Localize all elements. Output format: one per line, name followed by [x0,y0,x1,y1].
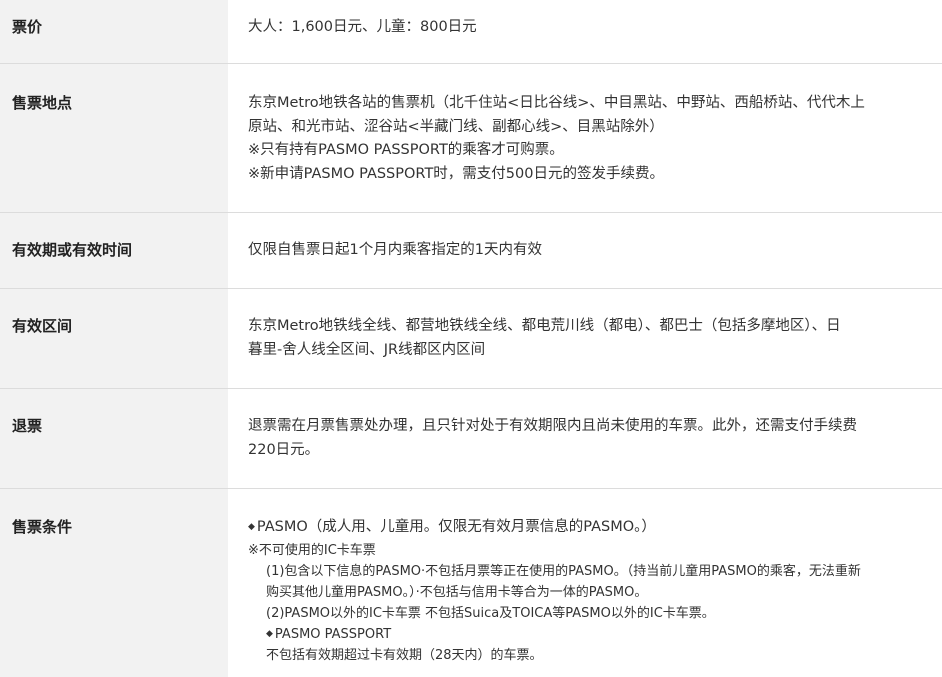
location-line: 东京Metro地铁各站的售票机（北千住站<日比谷线>、中目黑站、中野站、西船桥站… [248,95,865,111]
row-content: 退票需在月票售票处办理，且只针对处于有效期限内且尚未使用的车票。此外，还需支付手… [228,389,942,488]
area-line: 东京Metro地铁线全线、都营地铁线全线、都电荒川线（都电）、都巴士（包括多摩地… [248,318,841,334]
passport-note: 不包括有效期超过卡有效期（28天内）的车票。 [266,647,543,663]
row-purchase-conditions: 售票条件 ◆ PASMO（成人用、儿童用。仅限无有效月票信息的PASMO。） ※不… [0,489,942,677]
row-label: 售票地点 [0,64,228,212]
condition-main: ◆ PASMO（成人用、儿童用。仅限无有效月票信息的PASMO。） [248,519,656,535]
condition-details: ※不可使用的IC卡车票 (1)包含以下信息的PASMO·不包括月票等正在使用的P… [248,540,924,666]
ic-note: ※不可使用的IC卡车票 [248,542,376,558]
location-note: ※新申请PASMO PASSPORT时，需支付500日元的签发手续费。 [248,165,664,182]
diamond-bullet-icon: ◆ [248,522,255,532]
diamond-bullet-icon: ◆ [266,628,273,639]
row-label: 售票条件 [0,489,228,677]
passport-heading: ◆ PASMO PASSPORT [266,626,392,642]
area-line: 暮里-舍人线全区间、JR线都区内区间 [248,341,486,358]
ticket-info-table: 票价 大人：1,600日元、儿童：800日元 售票地点 东京Metro地铁各站的… [0,0,942,677]
row-content: ◆ PASMO（成人用、儿童用。仅限无有效月票信息的PASMO。） ※不可使用的I… [228,489,942,677]
row-validity: 有效期或有效时间 仅限自售票日起1个月内乘客指定的1天内有效 [0,213,942,289]
refund-line: 220日元。 [248,441,320,458]
row-content: 仅限自售票日起1个月内乘客指定的1天内有效 [228,213,942,288]
ic-exclusions: (1)包含以下信息的PASMO·不包括月票等正在使用的PASMO。（持当前儿童用… [248,561,924,666]
row-valid-area: 有效区间 东京Metro地铁线全线、都营地铁线全线、都电荒川线（都电）、都巴士（… [0,289,942,389]
row-content: 大人：1,600日元、儿童：800日元 [228,0,942,63]
exclusion-line: 购买其他儿童用PASMO。）·不包括与信用卡等合为一体的PASMO。 [266,584,648,600]
validity-text: 仅限自售票日起1个月内乘客指定的1天内有效 [248,242,542,258]
row-price: 票价 大人：1,600日元、儿童：800日元 [0,0,942,64]
row-label: 票价 [0,0,228,63]
row-label: 有效期或有效时间 [0,213,228,288]
row-content: 东京Metro地铁线全线、都营地铁线全线、都电荒川线（都电）、都巴士（包括多摩地… [228,289,942,388]
exclusion-line: (1)包含以下信息的PASMO·不包括月票等正在使用的PASMO。（持当前儿童用… [266,563,861,579]
row-refund: 退票 退票需在月票售票处办理，且只针对处于有效期限内且尚未使用的车票。此外，还需… [0,389,942,489]
location-note: ※只有持有PASMO PASSPORT的乘客才可购票。 [248,142,564,158]
refund-line: 退票需在月票售票处办理，且只针对处于有效期限内且尚未使用的车票。此外，还需支付手… [248,418,857,434]
row-sales-location: 售票地点 东京Metro地铁各站的售票机（北千住站<日比谷线>、中目黑站、中野站… [0,64,942,213]
row-content: 东京Metro地铁各站的售票机（北千住站<日比谷线>、中目黑站、中野站、西船桥站… [228,64,942,212]
row-label: 退票 [0,389,228,488]
location-line: 原站、和光市站、涩谷站<半藏门线、副都心线>、目黑站除外） [248,118,664,135]
exclusion-line: (2)PASMO以外的IC卡车票 不包括Suica及TOICA等PASMO以外的… [266,605,715,621]
price-text: 大人：1,600日元、儿童：800日元 [248,19,477,35]
row-label: 有效区间 [0,289,228,388]
